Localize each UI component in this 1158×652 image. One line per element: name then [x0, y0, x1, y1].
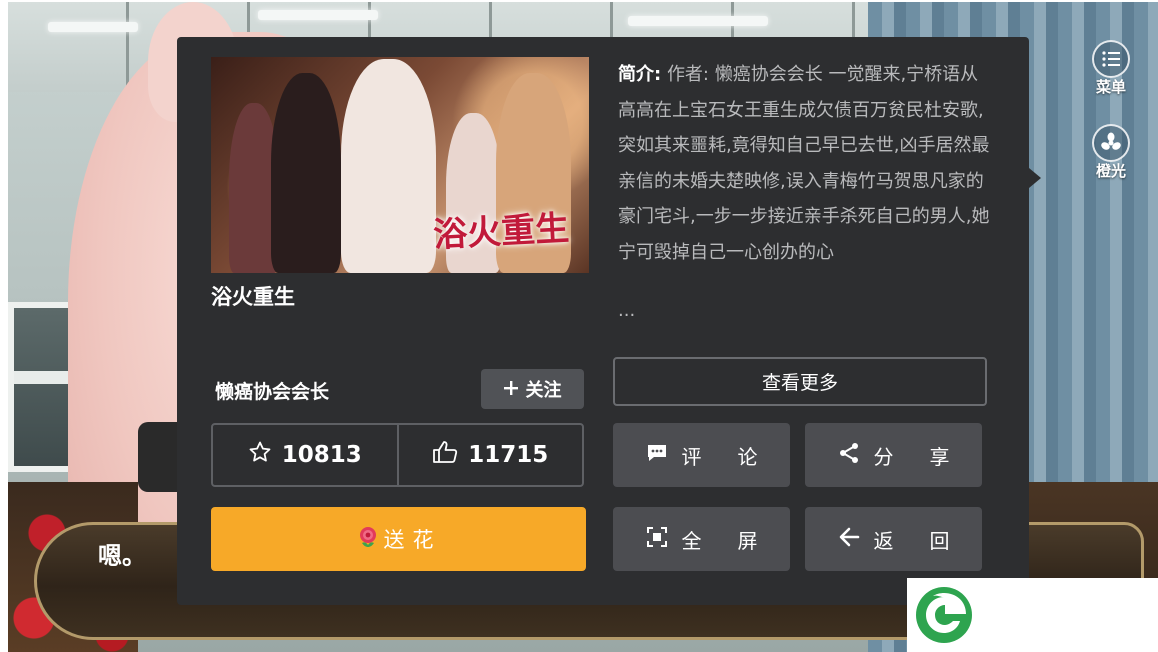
fan-icon — [1092, 124, 1130, 162]
menu-button[interactable]: 菜单 — [1087, 40, 1135, 102]
orange-light-label: 橙光 — [1095, 162, 1126, 180]
favorite-stat[interactable]: 10813 — [213, 425, 397, 485]
back-label: 返回 — [873, 528, 986, 553]
favorite-count: 10813 — [281, 442, 362, 468]
synopsis-ellipsis: ... — [618, 300, 636, 321]
novel-title: 浴火重生 — [211, 285, 295, 309]
send-flower-button[interactable]: 送花 — [211, 507, 586, 571]
thumbs-up-icon — [432, 440, 458, 470]
author-name[interactable]: 懒癌协会会长 — [215, 377, 329, 404]
share-button[interactable]: 分享 — [805, 423, 982, 487]
rose-icon — [356, 525, 380, 554]
brand-logo — [914, 585, 974, 645]
share-label: 分享 — [873, 444, 986, 469]
orange-light-button[interactable]: 橙光 — [1087, 124, 1135, 186]
list-icon — [1092, 40, 1130, 78]
follow-label: 关注 — [525, 380, 562, 401]
comment-label: 评论 — [681, 444, 794, 469]
view-more-button[interactable]: 查看更多 — [613, 357, 987, 406]
send-flower-label: 送花 — [383, 528, 442, 552]
cover-title-art: 浴火重生 — [432, 208, 571, 256]
comment-icon — [646, 443, 668, 468]
synopsis-body: 作者: 懒癌协会会长 一觉醒来,宁桥语从高高在上宝石女王重生成欠债百万贫民杜安歌… — [618, 64, 990, 263]
star-icon — [248, 440, 272, 470]
plus-icon — [503, 379, 518, 400]
like-count: 11715 — [468, 442, 549, 468]
follow-button[interactable]: 关注 — [481, 369, 584, 409]
fullscreen-button[interactable]: 全屏 — [613, 507, 790, 571]
panel-pointer — [1029, 168, 1041, 188]
back-button[interactable]: 返回 — [805, 507, 982, 571]
stats-box: 10813 11715 — [211, 423, 584, 487]
novel-cover-image: 浴火重生 — [211, 57, 589, 273]
comment-button[interactable]: 评论 — [613, 423, 790, 487]
fullscreen-label: 全屏 — [681, 528, 794, 553]
synopsis-text: 简介: 作者: 懒癌协会会长 一觉醒来,宁桥语从高高在上宝石女王重生成欠债百万贫… — [618, 57, 990, 270]
dialogue-text: 嗯。 — [98, 542, 146, 570]
arrow-left-icon — [838, 527, 860, 552]
share-icon — [838, 442, 860, 469]
menu-label: 菜单 — [1095, 78, 1126, 96]
like-stat[interactable]: 11715 — [396, 425, 583, 485]
synopsis-label: 简介: — [618, 64, 662, 85]
fullscreen-icon — [646, 526, 668, 553]
